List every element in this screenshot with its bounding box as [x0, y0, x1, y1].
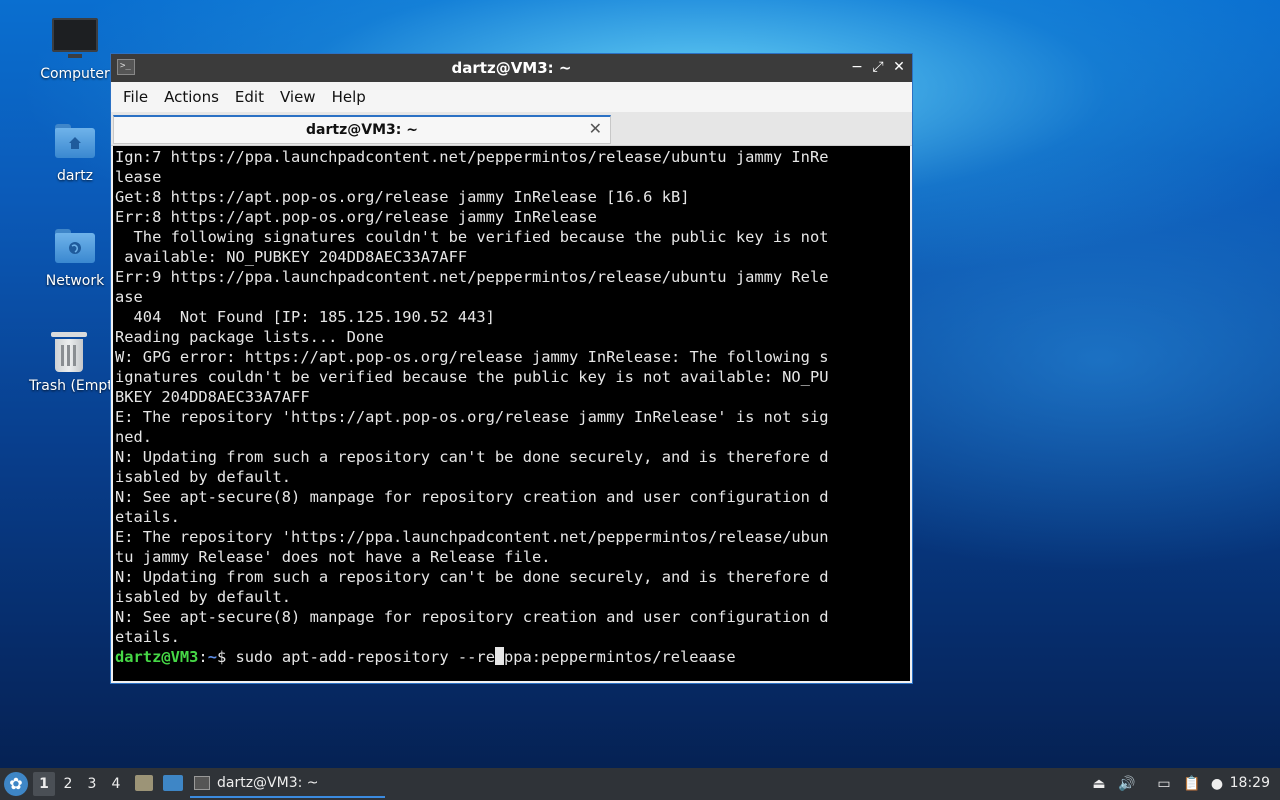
- prompt-path: ~: [207, 648, 217, 666]
- terminal-output-line: E: The repository 'https://apt.pop-os.or…: [115, 408, 829, 426]
- window-titlebar[interactable]: >_ dartz@VM3: ~ − ⤢ ✕: [111, 54, 912, 82]
- prompt-symbol: $: [216, 648, 236, 666]
- terminal-output-line: E: The repository 'https://ppa.launchpad…: [115, 528, 829, 546]
- tab-label: dartz@VM3: ~: [306, 122, 418, 138]
- terminal-output-line: ned.: [115, 428, 153, 446]
- taskbar: ✿ 1 2 3 4 dartz@VM3: ~ ⏏ 🔊 ▭ 📋 ● 18:29: [0, 768, 1280, 800]
- terminal-output-line: N: Updating from such a repository can't…: [115, 568, 829, 586]
- tab-close-icon[interactable]: ✕: [589, 119, 602, 138]
- notification-icon[interactable]: ●: [1208, 775, 1226, 793]
- desktop-icon-label: dartz: [56, 168, 94, 184]
- network-folder-icon: [55, 229, 95, 263]
- computer-icon: [52, 18, 98, 58]
- terminal-tab[interactable]: dartz@VM3: ~ ✕: [113, 115, 611, 144]
- desktop-icon-network[interactable]: Network: [27, 229, 123, 289]
- workspace-1[interactable]: 1: [33, 772, 55, 796]
- terminal-output-line: Ign:7 https://ppa.launchpadcontent.net/p…: [115, 148, 829, 166]
- terminal-prompt-line[interactable]: dartz@VM3:~$ sudo apt-add-repository --r…: [113, 647, 910, 667]
- terminal-output-line: N: See apt-secure(8) manpage for reposit…: [115, 488, 829, 506]
- home-folder-icon: [55, 124, 95, 158]
- terminal-output-line: W: GPG error: https://apt.pop-os.org/rel…: [115, 348, 829, 366]
- desktop-icon-label: Computer: [40, 66, 110, 82]
- terminal-output-line: Reading package lists... Done: [115, 328, 384, 346]
- workspace-4[interactable]: 4: [105, 772, 127, 796]
- clock[interactable]: 18:29: [1230, 775, 1270, 791]
- prompt-separator: :: [198, 648, 208, 666]
- terminal-output-line: tu jammy Release' does not have a Releas…: [115, 548, 551, 566]
- terminal-output-line: etails.: [115, 508, 180, 526]
- text-cursor: [494, 647, 504, 665]
- terminal-window: >_ dartz@VM3: ~ − ⤢ ✕ File Actions Edit …: [110, 53, 913, 684]
- workspace-3[interactable]: 3: [81, 772, 103, 796]
- workspace-2[interactable]: 2: [57, 772, 79, 796]
- prompt-user: dartz@VM3: [115, 648, 199, 666]
- terminal-output-line: available: NO_PUBKEY 204DD8AEC33A7AFF: [115, 248, 468, 266]
- window-title: dartz@VM3: ~: [451, 59, 572, 77]
- command-text-after-cursor: ppa:peppermintos/releaase: [503, 648, 736, 666]
- terminal-icon: [194, 776, 210, 790]
- terminal-output-line: The following signatures couldn't be ver…: [115, 228, 829, 246]
- desktop-icon-trash[interactable]: Trash (Empty): [27, 332, 111, 394]
- terminal-output-line: lease: [115, 168, 162, 186]
- terminal-output-line: Err:8 https://apt.pop-os.org/release jam…: [115, 208, 597, 226]
- desktop-icon-label: Network: [45, 273, 105, 289]
- start-menu-icon[interactable]: ✿: [4, 772, 28, 796]
- close-button[interactable]: ✕: [890, 58, 908, 76]
- minimize-button[interactable]: −: [848, 58, 866, 76]
- desktop-icon-home-folder[interactable]: dartz: [27, 124, 123, 184]
- terminal-output-line: N: Updating from such a repository can't…: [115, 448, 829, 466]
- tray-eject-icon[interactable]: ⏏: [1090, 775, 1108, 793]
- terminal-output[interactable]: Ign:7 https://ppa.launchpadcontent.net/p…: [113, 146, 910, 681]
- taskbar-task-label: dartz@VM3: ~: [217, 775, 319, 791]
- terminal-output-line: isabled by default.: [115, 588, 292, 606]
- show-desktop-icon[interactable]: [163, 775, 183, 791]
- network-monitor-icon[interactable]: ▭: [1155, 775, 1173, 793]
- file-manager-launcher-icon[interactable]: [135, 775, 153, 791]
- volume-icon[interactable]: 🔊: [1118, 775, 1136, 793]
- terminal-output-line: Get:8 https://apt.pop-os.org/release jam…: [115, 188, 690, 206]
- terminal-lines: Ign:7 https://ppa.launchpadcontent.net/p…: [113, 147, 910, 647]
- terminal-output-line: Err:9 https://ppa.launchpadcontent.net/p…: [115, 268, 829, 286]
- menu-help[interactable]: Help: [324, 88, 374, 106]
- maximize-button[interactable]: ⤢: [869, 58, 887, 76]
- terminal-output-line: etails.: [115, 628, 180, 646]
- terminal-output-line: ase: [115, 288, 143, 306]
- terminal-output-line: BKEY 204DD8AEC33A7AFF: [115, 388, 310, 406]
- clipboard-icon[interactable]: 📋: [1183, 775, 1201, 793]
- trash-icon: [51, 332, 87, 372]
- menu-edit[interactable]: Edit: [227, 88, 272, 106]
- terminal-output-line: ignatures couldn't be verified because t…: [115, 368, 829, 386]
- menu-bar: File Actions Edit View Help: [111, 82, 912, 112]
- desktop-icon-computer[interactable]: Computer: [27, 18, 123, 82]
- desktop-icon-label: Trash (Empty): [29, 378, 111, 394]
- menu-view[interactable]: View: [272, 88, 324, 106]
- terminal-output-line: 404 Not Found [IP: 185.125.190.52 443]: [115, 308, 495, 326]
- menu-file[interactable]: File: [115, 88, 156, 106]
- menu-actions[interactable]: Actions: [156, 88, 227, 106]
- command-text-before-cursor: sudo apt-add-repository --re: [235, 648, 495, 666]
- taskbar-terminal-button[interactable]: dartz@VM3: ~: [190, 771, 385, 798]
- tab-bar: dartz@VM3: ~ ✕: [111, 112, 912, 146]
- terminal-output-line: N: See apt-secure(8) manpage for reposit…: [115, 608, 829, 626]
- terminal-output-line: isabled by default.: [115, 468, 292, 486]
